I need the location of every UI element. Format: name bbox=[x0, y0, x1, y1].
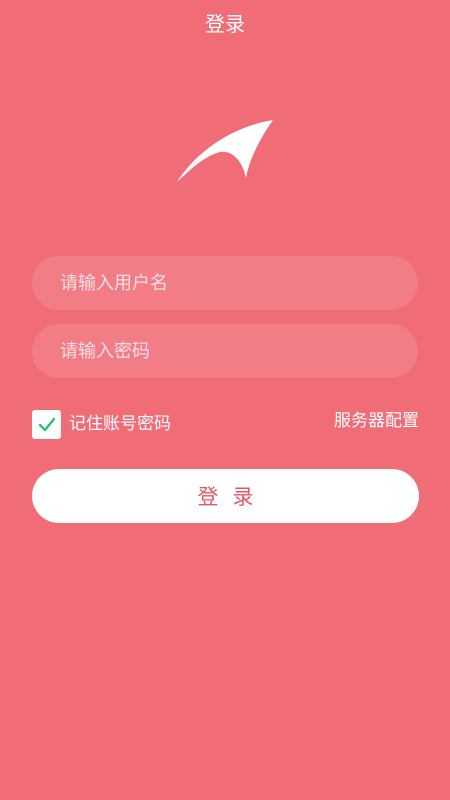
server-config-link[interactable]: 服务器配置 bbox=[334, 408, 419, 434]
swoosh-logo-icon bbox=[177, 120, 273, 182]
remember-label: 记住账号密码 bbox=[69, 414, 171, 434]
password-input[interactable] bbox=[32, 324, 418, 378]
username-field-container bbox=[32, 256, 418, 310]
remember-credentials-toggle[interactable]: 记住账号密码 bbox=[32, 410, 171, 439]
checkmark-icon bbox=[38, 417, 55, 431]
page-title: 登录 bbox=[205, 12, 245, 36]
username-input[interactable] bbox=[32, 256, 418, 310]
remember-checkbox[interactable] bbox=[32, 410, 61, 439]
password-field-container bbox=[32, 324, 418, 378]
login-button[interactable]: 登录 bbox=[32, 469, 419, 523]
